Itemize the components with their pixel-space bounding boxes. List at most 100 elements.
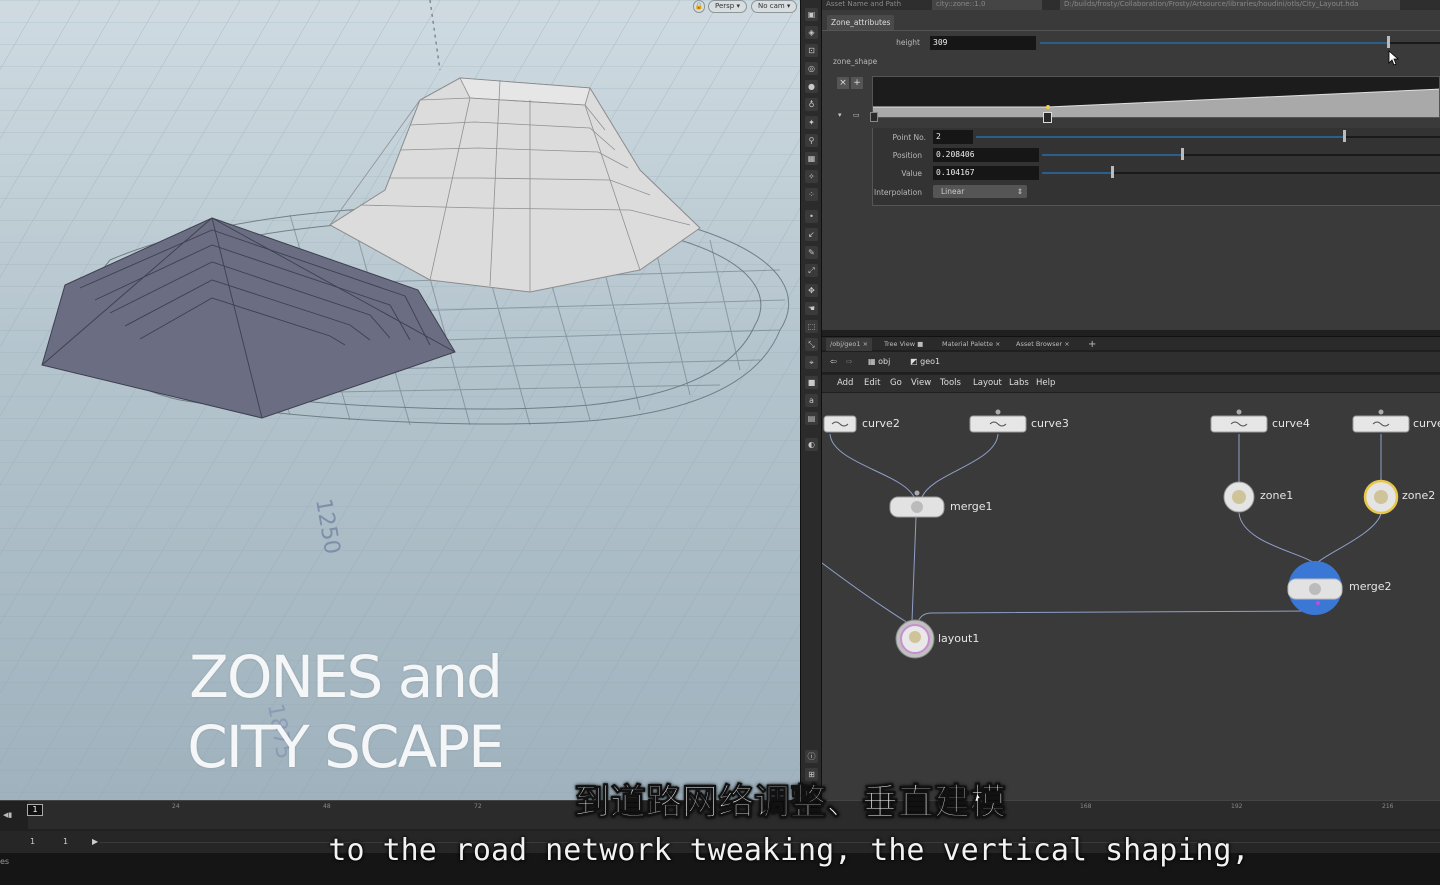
point-no-field[interactable]: 2 (933, 130, 973, 144)
add-tab-button[interactable]: + (1084, 338, 1100, 351)
node-zone2[interactable]: zone2 (1402, 489, 1435, 502)
node-curve3-shape (969, 409, 1027, 433)
value-label: Value (901, 169, 922, 178)
pen-icon[interactable]: ✎ (805, 246, 818, 259)
asset-path-field[interactable]: D:/builds/frosty/Collaboration/Frosty/Ar… (1060, 0, 1400, 10)
transform-icon[interactable]: ⤢ (805, 264, 818, 277)
point-no-label: Point No. (892, 133, 926, 142)
video-title-overlay: ZONES and CITY SCAPE (180, 642, 510, 782)
point-no-slider-fill (976, 136, 1344, 138)
title-line-1: ZONES and (189, 643, 503, 711)
tab-tree-view-label: Tree View (884, 340, 916, 348)
tab-tree-view[interactable]: Tree View ■ (880, 338, 927, 351)
position-field[interactable]: 0.208406 (933, 148, 1039, 162)
back-arrow-icon[interactable]: ⇦ (830, 356, 837, 368)
node-zone1[interactable]: zone1 (1260, 489, 1293, 502)
points-icon[interactable]: ⁘ (805, 188, 818, 201)
view-camera-icon[interactable]: ◎ (805, 62, 818, 75)
tab-material-palette[interactable]: Material Palette × (938, 338, 1005, 351)
menu-edit[interactable]: Edit (864, 378, 880, 388)
menu-tools[interactable]: Tools (940, 378, 961, 388)
tab-asset-browser[interactable]: Asset Browser × (1012, 338, 1074, 351)
wire-icon[interactable]: ⚲ (805, 134, 818, 147)
image-icon[interactable]: ▤ (805, 412, 818, 425)
snapping-icon[interactable]: ◈ (805, 26, 818, 39)
ramp-collapse-icon[interactable]: ▾ (838, 111, 842, 119)
node-layout1[interactable]: layout1 (938, 632, 979, 645)
height-slider-handle[interactable] (1387, 36, 1390, 48)
mouse-cursor-icon (1388, 50, 1400, 66)
node-merge2[interactable]: merge2 (1349, 580, 1392, 593)
brush-icon[interactable]: ↙ (805, 228, 818, 241)
display-options-icon[interactable]: ▣ (805, 8, 818, 21)
tab-obj-geo1-label: /obj/geo1 (830, 340, 861, 348)
scale-icon[interactable]: ⤡ (805, 338, 818, 351)
menu-help[interactable]: Help (1036, 378, 1055, 388)
value-field[interactable]: 0.104167 (933, 166, 1039, 180)
dot-icon[interactable]: • (805, 210, 818, 223)
pin-icon[interactable]: ⌖ (805, 356, 818, 369)
node-curve3[interactable]: curve3 (1031, 417, 1069, 430)
path-obj[interactable]: ▦ obj (868, 356, 890, 368)
chevron-updown-icon: ⇕ (1016, 187, 1023, 196)
info-icon[interactable]: ⓘ (805, 750, 818, 763)
scene-viewport[interactable]: 1250 1875 🔒 Persp ▾ No cam ▾ ZONES and C… (0, 0, 800, 800)
height-slider-fill (1040, 42, 1388, 44)
sculpt-icon[interactable]: ✥ (805, 284, 818, 297)
height-field[interactable]: 309 (930, 36, 1036, 50)
light-bulb-icon[interactable]: ♁ (805, 98, 818, 111)
subtitle-english: to the road network tweaking, the vertic… (328, 833, 1250, 868)
ramp-key-selected[interactable] (1043, 112, 1052, 123)
position-label: Position (892, 151, 922, 160)
node-curve2[interactable]: curve2 (862, 417, 900, 430)
camera-persp-menu[interactable]: Persp ▾ (708, 0, 747, 13)
grid-icon[interactable]: ▦ (805, 152, 818, 165)
node-curve5[interactable]: curve (1413, 417, 1440, 430)
ramp-curve (873, 88, 1439, 117)
interpolation-value: Linear (941, 187, 965, 196)
stop-icon[interactable]: ■ (805, 376, 818, 389)
menu-labs[interactable]: Labs (1009, 378, 1029, 388)
path-geo1-label: geo1 (920, 357, 941, 366)
ramp-key-0[interactable] (870, 112, 878, 122)
network-menu-bar: Add Edit Go View Tools Layout Labs Help (822, 374, 1440, 392)
pane-tab-bar: /obj/geo1 × Tree View ■ Material Palette… (822, 336, 1440, 351)
menu-layout[interactable]: Layout (973, 378, 1002, 388)
asset-header: Asset Name and Path city::zone::1.0 D:/b… (822, 0, 1440, 10)
asset-name-field[interactable]: city::zone::1.0 (932, 0, 1042, 10)
interpolation-dropdown[interactable]: Linear ⇕ (933, 185, 1027, 198)
tab-asset-browser-label: Asset Browser (1016, 340, 1063, 348)
select-box-icon[interactable]: ⬚ (805, 320, 818, 333)
network-editor[interactable]: curve2 curve3 curve4 curve merge1 zone1 … (822, 393, 1440, 800)
ramp-delete-button[interactable]: × (837, 77, 849, 89)
tab-obj-geo1[interactable]: /obj/geo1 × (826, 338, 873, 351)
tab-divider (822, 30, 1440, 31)
light-icon[interactable]: ✦ (805, 116, 818, 129)
lock-icon[interactable]: 🔒 (693, 0, 705, 13)
hand-icon[interactable]: ☚ (805, 302, 818, 315)
menu-add[interactable]: Add (837, 378, 853, 388)
visibility-icon[interactable]: ◐ (805, 438, 818, 451)
node-curve2-shape (823, 415, 857, 433)
point-no-slider-handle[interactable] (1343, 130, 1346, 142)
ramp-add-button[interactable]: + (851, 77, 863, 89)
menu-view[interactable]: View (911, 378, 931, 388)
lock-camera-icon[interactable]: ⊡ (805, 44, 818, 57)
abc-icon[interactable]: a (805, 394, 818, 407)
ramp-link-icon[interactable]: ▭ (853, 111, 860, 119)
value-slider-handle[interactable] (1111, 166, 1114, 178)
menu-go[interactable]: Go (890, 378, 902, 388)
forward-arrow-icon[interactable]: ⇨ (846, 356, 853, 368)
path-geo1[interactable]: ◩ geo1 (910, 356, 940, 368)
node-layout1-shape (895, 619, 935, 659)
camera-select-menu[interactable]: No cam ▾ (751, 0, 798, 13)
position-slider-fill (1042, 154, 1182, 156)
zone-shape-ramp[interactable] (872, 76, 1440, 118)
geometry-icon[interactable]: ✧ (805, 170, 818, 183)
node-curve4[interactable]: curve4 (1272, 417, 1310, 430)
houdini-window: 1250 1875 🔒 Persp ▾ No cam ▾ ZONES and C… (0, 0, 1440, 885)
shading-icon[interactable]: ● (805, 80, 818, 93)
node-merge1[interactable]: merge1 (950, 500, 993, 513)
tab-zone-attributes[interactable]: Zone_attributes (827, 15, 895, 30)
position-slider-handle[interactable] (1181, 148, 1184, 160)
